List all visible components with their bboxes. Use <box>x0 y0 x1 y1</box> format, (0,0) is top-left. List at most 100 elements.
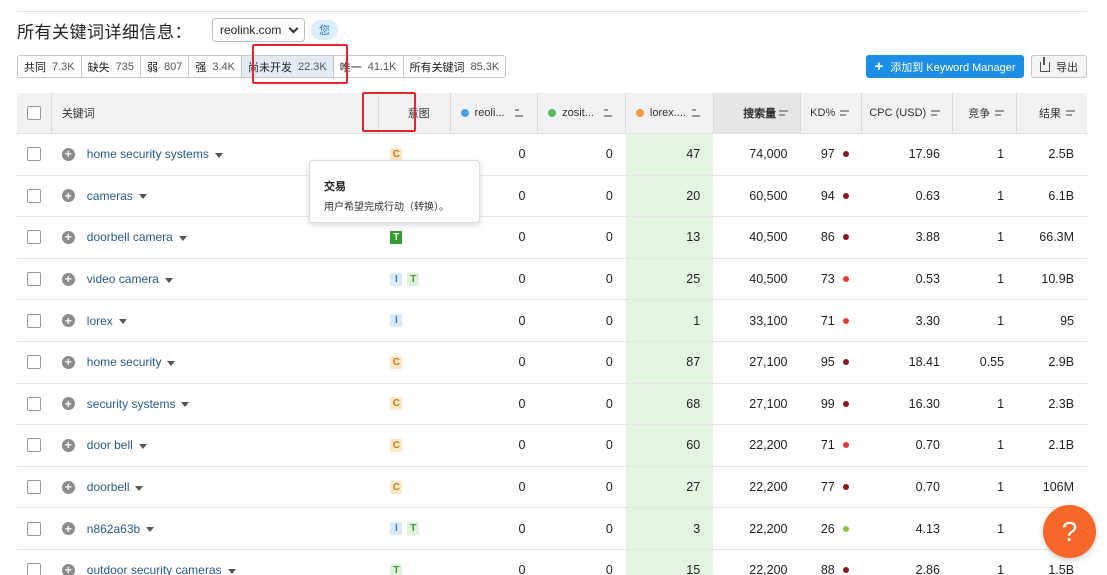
row-checkbox[interactable] <box>26 313 41 328</box>
filter-tab[interactable]: 共同 7.3K <box>17 55 82 78</box>
add-plus-icon[interactable]: + <box>61 563 75 575</box>
intent-badge-c[interactable]: C <box>390 438 403 452</box>
caret-down-icon[interactable] <box>167 360 176 366</box>
intent-badge-t[interactable]: T <box>390 563 403 575</box>
intent-badge-i[interactable]: I <box>390 272 403 286</box>
keyword-link[interactable]: home security <box>87 355 162 369</box>
filter-tab-label: 强 <box>195 61 207 74</box>
row-checkbox[interactable] <box>26 563 41 575</box>
add-plus-icon[interactable]: + <box>61 397 75 411</box>
keyword-link[interactable]: doorbell <box>87 480 130 494</box>
caret-down-icon[interactable] <box>146 527 155 533</box>
domain2-position: 0 <box>605 480 613 495</box>
domain3-position[interactable]: 1 <box>625 300 714 341</box>
keyword-link[interactable]: doorbell camera <box>87 230 173 244</box>
header-volume[interactable]: 搜索量 <box>713 93 802 133</box>
sort-icon <box>840 109 850 117</box>
help-button[interactable]: ? <box>1043 505 1096 558</box>
domain3-position[interactable]: 3 <box>625 508 714 549</box>
add-plus-icon[interactable]: + <box>61 230 75 244</box>
header-competition-label: 竞争 <box>968 108 991 120</box>
add-plus-icon[interactable]: + <box>61 480 75 494</box>
row-checkbox[interactable] <box>26 188 41 203</box>
intent-cell: T <box>380 217 451 258</box>
add-plus-icon[interactable]: + <box>61 438 75 452</box>
add-plus-icon[interactable]: + <box>61 147 75 161</box>
intent-badge-c[interactable]: C <box>390 397 403 411</box>
keyword-manager-label: 添加到 Keyword Manager <box>890 61 1016 74</box>
intent-badge-i[interactable]: I <box>390 522 403 536</box>
keyword-link[interactable]: lorex <box>87 314 113 328</box>
add-to-keyword-manager-button[interactable]: + 添加到 Keyword Manager <box>866 55 1024 78</box>
domain3-position[interactable]: 60 <box>625 425 714 466</box>
domain3-position[interactable]: 68 <box>625 383 714 425</box>
add-plus-icon[interactable]: + <box>61 314 75 328</box>
row-checkbox[interactable] <box>26 147 41 162</box>
row-checkbox[interactable] <box>26 438 41 453</box>
row-checkbox[interactable] <box>26 480 41 495</box>
row-checkbox[interactable] <box>26 230 41 245</box>
intent-cell: IT <box>380 259 451 300</box>
domain3-position[interactable]: 47 <box>625 134 714 175</box>
intent-badge-i[interactable]: I <box>390 314 403 328</box>
keyword-link[interactable]: cameras <box>87 189 133 203</box>
caret-down-icon[interactable] <box>181 402 190 408</box>
kd-value: 94 <box>820 188 835 203</box>
keyword-link[interactable]: door bell <box>87 438 133 452</box>
caret-down-icon[interactable] <box>214 152 223 158</box>
row-checkbox[interactable] <box>26 521 41 536</box>
keyword-cell: + home security <box>52 342 381 383</box>
domain1-position: 0 <box>518 230 526 245</box>
row-checkbox[interactable] <box>26 355 41 370</box>
intent-badge-c[interactable]: C <box>390 355 403 369</box>
domain3-position[interactable]: 25 <box>625 258 714 300</box>
keyword-link[interactable]: n862a63b <box>87 522 140 536</box>
caret-down-icon[interactable] <box>178 235 187 241</box>
select-all-cell <box>17 93 52 133</box>
add-plus-icon[interactable]: + <box>61 189 75 203</box>
header-results[interactable]: 结果 <box>1017 93 1087 133</box>
keyword-link[interactable]: security systems <box>87 397 176 411</box>
header-cpc[interactable]: CPC (USD) <box>862 93 954 133</box>
caret-down-icon[interactable] <box>138 194 147 200</box>
intent-cell: IT <box>380 508 451 549</box>
keyword-link[interactable]: home security systems <box>87 147 209 161</box>
domain-select[interactable]: reolink.com <box>212 18 305 42</box>
intent-badge-t[interactable]: T <box>390 230 403 244</box>
caret-down-icon[interactable] <box>135 485 144 491</box>
add-plus-icon[interactable]: + <box>61 355 75 369</box>
intent-badge-t[interactable]: T <box>407 522 420 536</box>
select-all-checkbox[interactable] <box>26 106 41 120</box>
header-competition[interactable]: 竞争 <box>953 93 1018 133</box>
intent-badge-c[interactable]: C <box>390 480 403 494</box>
caret-down-icon[interactable] <box>118 319 127 325</box>
keyword-link[interactable]: outdoor security cameras <box>87 563 222 575</box>
row-checkbox[interactable] <box>26 396 41 411</box>
domain3-position[interactable]: 13 <box>625 217 714 258</box>
header-domain2[interactable]: zosit... <box>538 93 626 133</box>
add-plus-icon[interactable]: + <box>61 522 75 536</box>
add-plus-icon[interactable]: + <box>61 272 75 286</box>
caret-down-icon[interactable] <box>138 443 147 449</box>
caret-down-icon[interactable] <box>227 568 236 574</box>
results-cell: 106M <box>1042 480 1075 495</box>
domain2-position: 0 <box>605 230 613 245</box>
keyword-link[interactable]: video camera <box>87 272 159 286</box>
domain3-position[interactable]: 27 <box>625 466 714 508</box>
header-kd[interactable]: KD% <box>801 93 863 133</box>
row-checkbox[interactable] <box>26 272 41 287</box>
domain3-position[interactable]: 87 <box>625 341 714 383</box>
header-domain1[interactable]: reoli... <box>451 93 539 133</box>
caret-down-icon[interactable] <box>164 277 173 283</box>
intent-badge-t[interactable]: T <box>407 272 420 286</box>
intent-badge-c[interactable]: C <box>390 147 403 161</box>
filter-tab[interactable]: 所有关键词 85.3K <box>403 55 507 78</box>
export-button[interactable]: 导出 <box>1031 55 1087 78</box>
domain3-position[interactable]: 15 <box>625 549 714 575</box>
header-domain3[interactable]: lorex.... <box>626 93 714 133</box>
filter-tab[interactable]: 弱 807 <box>141 55 190 78</box>
domain3-position[interactable]: 20 <box>625 175 714 217</box>
filter-tab[interactable]: 缺失 735 <box>81 55 141 78</box>
filter-tab[interactable]: 强 3.4K <box>189 55 242 78</box>
intent-cell: I <box>380 300 451 341</box>
